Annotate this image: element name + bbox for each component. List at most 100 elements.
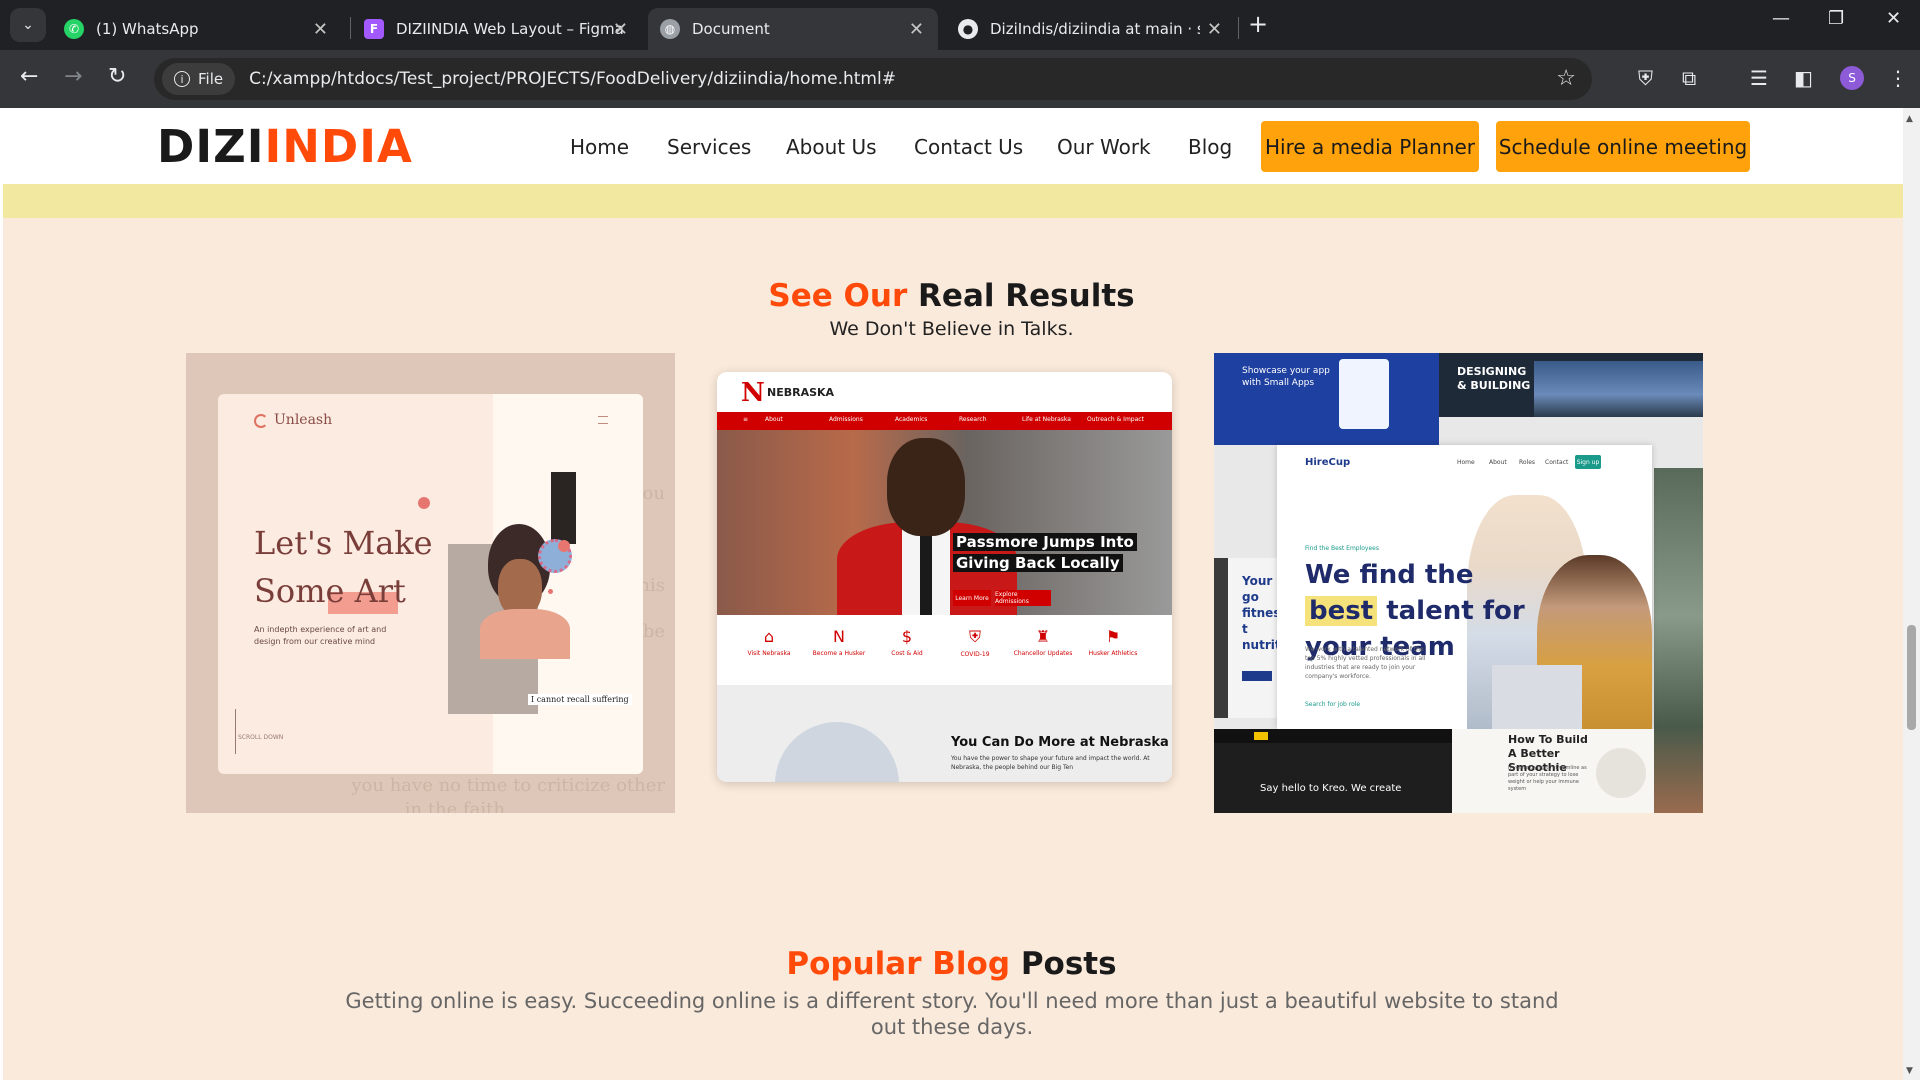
nav-services[interactable]: Services (667, 135, 751, 159)
back-arrow-icon[interactable]: ← (20, 64, 38, 89)
decor-dot (548, 589, 553, 594)
learn-more-button: Learn More (953, 590, 991, 606)
art-site-preview: Unleash Let's Make Some Art An indepth e… (218, 394, 643, 774)
nav-our-work[interactable]: Our Work (1057, 135, 1151, 159)
scrollbar-thumb[interactable] (1907, 625, 1916, 730)
forward-arrow-icon[interactable]: → (64, 64, 82, 89)
extensions-puzzle-icon[interactable]: ⧉ (1682, 66, 1696, 90)
map-icon: ⌂ (763, 627, 775, 646)
bg-text: be (642, 621, 665, 642)
close-icon[interactable]: ✕ (613, 19, 628, 40)
food-photo-strip (1654, 468, 1703, 813)
hirecup-paragraph: We work with a talented network of the t… (1305, 646, 1426, 680)
hirecup-eyebrow: Find the Best Employees (1305, 545, 1379, 552)
tab-whatsapp[interactable]: ✆ (1) WhatsApp ✕ (52, 8, 342, 50)
kreo-nav (1214, 729, 1452, 743)
new-tab-plus-icon[interactable]: + (1248, 10, 1268, 38)
fitness-button (1242, 671, 1272, 681)
quick-links: ⌂ Visit Nebraska N Become a Husker $ Cost &… (717, 615, 1172, 685)
quick-link: $ Cost & Aid (877, 627, 937, 657)
page-viewport: DIZIINDIA Home Services About Us Contact… (0, 108, 1920, 1080)
divider (235, 709, 236, 754)
lamp-icon: ♜ (1035, 627, 1051, 646)
hirecup-nav-item: Roles (1519, 459, 1536, 466)
close-icon[interactable]: ✕ (909, 19, 924, 40)
smoothie-text: If you're trying to streamline as part o… (1508, 765, 1587, 792)
hirecup-logo: HireCup (1305, 457, 1351, 468)
reading-list-icon[interactable]: ☰ (1750, 66, 1768, 90)
nebraska-name: NEBRASKA (767, 386, 835, 399)
tab-search-button[interactable]: ⌄ (10, 8, 46, 42)
hire-media-planner-button[interactable]: Hire a media Planner (1261, 121, 1479, 172)
nebraska-nav-item: Academics (895, 416, 928, 423)
profile-avatar[interactable]: S (1840, 66, 1864, 90)
quick-link: ⌂ Visit Nebraska (739, 627, 799, 657)
tab-document[interactable]: ◍ Document ✕ (648, 8, 938, 50)
reload-icon[interactable]: ↻ (108, 64, 126, 89)
site-logo[interactable]: DIZIINDIA (157, 120, 413, 173)
scroll-up-arrow-icon[interactable]: ▲ (1906, 114, 1913, 124)
nav-menu-icon: ≡ (743, 416, 749, 423)
nebraska-nav-item: About (765, 416, 783, 423)
decor-dot (558, 540, 570, 552)
site-info-label: File (198, 70, 224, 88)
globe-icon: ◍ (660, 19, 680, 39)
nebraska-nav-item: Research (959, 416, 987, 423)
site-header: DIZIINDIA Home Services About Us Contact… (0, 108, 1903, 184)
quick-link: N Become a Husker (809, 627, 869, 657)
showcase-card-collage[interactable]: Showcase your app with Small Apps DESIGN… (1214, 353, 1703, 813)
bookmark-star-icon[interactable]: ☆ (1556, 66, 1576, 91)
tab-title: DIZIINDIA Web Layout – Figma (396, 20, 624, 38)
kreo-logo (1254, 732, 1268, 740)
scroll-down-arrow-icon[interactable]: ▼ (1906, 1066, 1913, 1076)
cup-photo (1596, 748, 1646, 798)
hero-headline: Passmore Jumps Into Giving Back Locally (953, 533, 1137, 572)
preview-headline-1: Let's Make (254, 524, 433, 562)
designing-building-text: DESIGNING & BUILDING (1457, 365, 1531, 392)
nebraska-nav-item: Outreach & Impact (1087, 416, 1144, 423)
tab-figma[interactable]: F DIZIINDIA Web Layout – Figma ✕ (352, 8, 642, 50)
close-icon[interactable]: ✕ (1207, 19, 1222, 40)
tab-github[interactable]: ● DiziIndis/diziindia at main · shar ✕ (946, 8, 1236, 50)
page-scrollbar[interactable]: ▲ ▼ (1903, 108, 1920, 1080)
showcase-card-art[interactable]: trou This be you have no time to critici… (186, 353, 675, 813)
address-bar[interactable]: i File C:/xampp/htdocs/Test_project/PROJ… (154, 58, 1592, 100)
unleash-logo-icon (254, 414, 268, 428)
shield-extension-icon[interactable]: ⛨ (1638, 66, 1653, 90)
showcase-card-nebraska[interactable]: N NEBRASKA ≡ About Admissions Academics … (717, 372, 1172, 782)
decor-dot (418, 497, 430, 509)
blog-subtitle: Getting online is easy. Succeeding onlin… (345, 989, 1559, 1039)
designing-building-preview: DESIGNING & BUILDING (1439, 353, 1703, 417)
minimize-icon[interactable]: — (1772, 8, 1790, 29)
tab-title: DiziIndis/diziindia at main · shar (990, 20, 1200, 38)
nav-home[interactable]: Home (570, 135, 629, 159)
schedule-meeting-button[interactable]: Schedule online meeting (1496, 121, 1750, 172)
portrait-shoulders (480, 609, 570, 659)
site-info-chip[interactable]: i File (162, 63, 236, 95)
nav-contact-us[interactable]: Contact Us (914, 135, 1023, 159)
blog-heading-accent: Popular Blog (786, 946, 1011, 982)
hamburger-icon (598, 416, 608, 424)
preview-headline-2: Some Art (254, 572, 406, 610)
collage-note: I cannot recall suffering (528, 694, 632, 705)
headline-highlight: best (1305, 596, 1378, 626)
restore-icon[interactable]: ❐ (1828, 8, 1844, 29)
phone-mockup (1339, 359, 1389, 429)
page-left-edge (0, 108, 3, 1080)
kebab-menu-icon[interactable]: ⋮ (1888, 66, 1908, 90)
close-icon[interactable]: ✕ (313, 19, 328, 40)
quick-link: ⛨ COVID-19 (945, 627, 1005, 658)
window-close-icon[interactable]: ✕ (1886, 8, 1901, 29)
nebraska-bottom-text: You have the power to shape your future … (951, 755, 1150, 771)
quick-link: ♜ Chancellor Updates (1013, 627, 1073, 657)
side-panel-icon[interactable]: ◧ (1794, 66, 1813, 90)
nav-blog[interactable]: Blog (1188, 135, 1232, 159)
nav-about-us[interactable]: About Us (786, 135, 877, 159)
tab-divider (350, 17, 351, 39)
url-text[interactable]: C:/xampp/htdocs/Test_project/PROJECTS/Fo… (249, 69, 896, 89)
n-icon: N (833, 627, 845, 646)
blog-heading: Popular Blog Posts (0, 946, 1903, 982)
kreo-text: Say hello to Kreo. We create (1260, 783, 1402, 794)
hirecup-link: Search for job role (1305, 701, 1361, 708)
nebraska-logo: N (741, 378, 765, 408)
